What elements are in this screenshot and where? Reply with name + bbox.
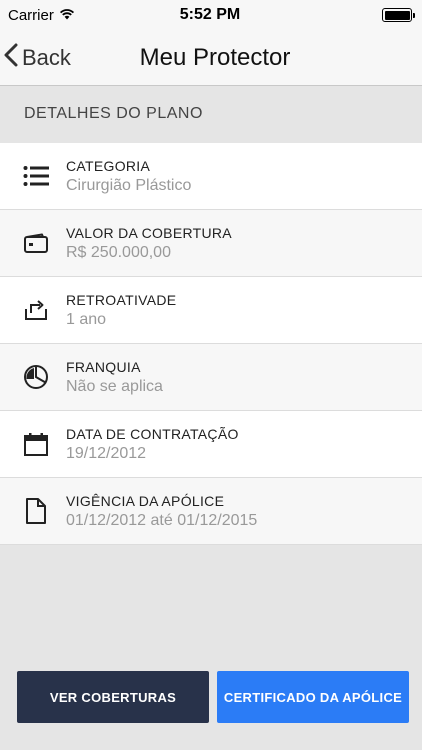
status-left: Carrier [8, 7, 128, 24]
detail-row-deductible: FRANQUIA Não se aplica [0, 344, 422, 411]
battery-icon [382, 8, 415, 22]
status-time: 5:52 PM [179, 6, 241, 23]
detail-value: 01/12/2012 até 01/12/2015 [66, 511, 258, 529]
carrier-label: Carrier [8, 6, 54, 24]
detail-label: RETROATIVADE [66, 291, 177, 308]
pie-chart-icon [0, 344, 66, 411]
back-button[interactable]: Back [4, 38, 71, 78]
back-label: Back [22, 45, 71, 70]
status-bar: Carrier 5:52 PM [0, 0, 422, 30]
detail-row-retroactivity: RETROATIVADE 1 ano [0, 277, 422, 344]
detail-label: CATEGORIA [66, 157, 151, 174]
detail-label: VALOR DA COBERTURA [66, 224, 232, 241]
policy-certificate-button[interactable]: CERTIFICADO DA APÓLICE [217, 671, 409, 723]
detail-value: Cirurgião Plástico [66, 176, 192, 194]
detail-row-policy-term: VIGÊNCIA DA APÓLICE 01/12/2012 até 01/12… [0, 478, 422, 545]
detail-label: FRANQUIA [66, 358, 141, 375]
chevron-left-icon [4, 43, 18, 73]
detail-label: DATA DE CONTRATAÇÃO [66, 425, 239, 442]
calendar-icon [0, 411, 66, 478]
plan-details-list: CATEGORIA Cirurgião Plástico VALOR DA CO… [0, 143, 422, 545]
view-coverages-button[interactable]: VER COBERTURAS [17, 671, 209, 723]
status-right [292, 8, 415, 22]
detail-row-contract-date: DATA DE CONTRATAÇÃO 19/12/2012 [0, 411, 422, 478]
list-icon [0, 143, 66, 210]
detail-value: R$ 250.000,00 [66, 243, 171, 261]
detail-value: Não se aplica [66, 377, 163, 395]
detail-row-category: CATEGORIA Cirurgião Plástico [0, 143, 422, 210]
document-icon [0, 478, 66, 545]
navigation-bar: Back Meu Protector [0, 30, 422, 86]
retroactive-arrow-icon [0, 277, 66, 344]
detail-value: 19/12/2012 [66, 444, 147, 462]
wallet-icon [0, 210, 66, 277]
section-header: DETALHES DO PLANO [0, 86, 422, 142]
wifi-icon [59, 7, 75, 24]
detail-row-coverage-value: VALOR DA COBERTURA R$ 250.000,00 [0, 210, 422, 277]
detail-value: 1 ano [66, 310, 107, 328]
detail-label: VIGÊNCIA DA APÓLICE [66, 492, 225, 509]
